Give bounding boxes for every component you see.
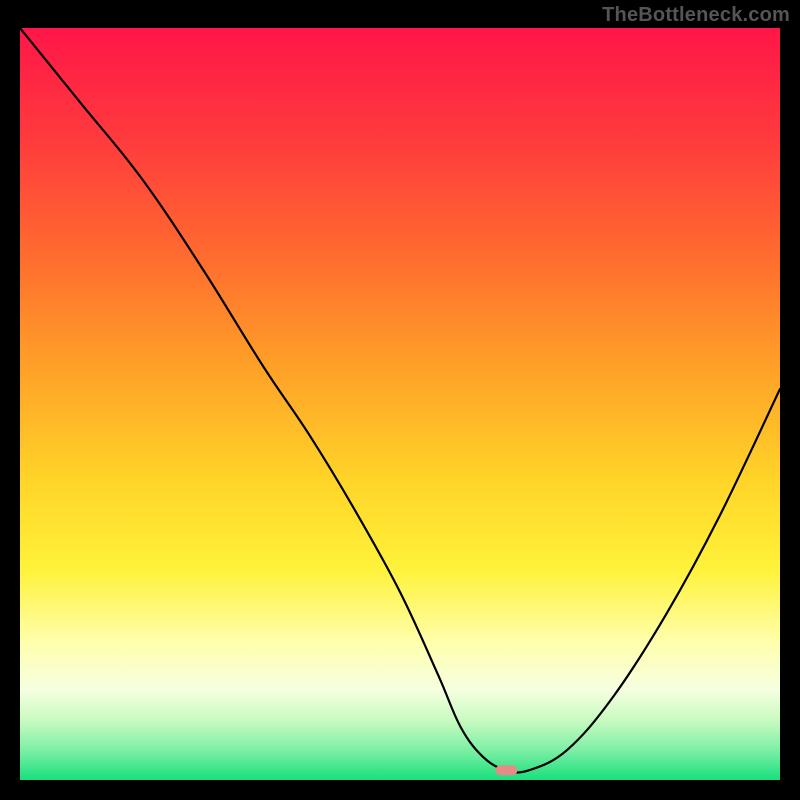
- chart-svg: [20, 28, 780, 780]
- gradient-background: [20, 28, 780, 780]
- optimum-marker: [495, 765, 517, 775]
- plot-area: [20, 28, 780, 780]
- watermark-text: TheBottleneck.com: [602, 4, 790, 27]
- chart-frame: TheBottleneck.com: [0, 0, 800, 800]
